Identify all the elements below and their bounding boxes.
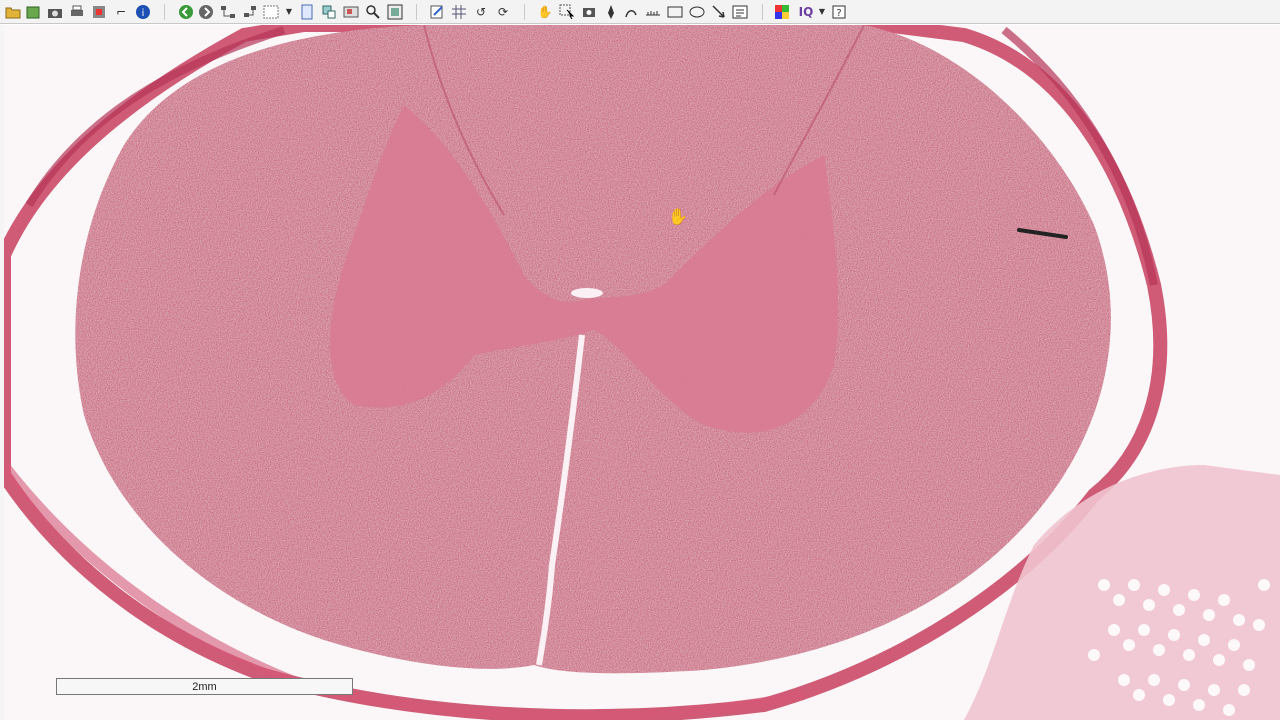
freehand-icon[interactable] xyxy=(622,3,640,21)
info-icon[interactable]: i xyxy=(134,3,152,21)
arrow-icon[interactable] xyxy=(710,3,728,21)
page-icon[interactable] xyxy=(298,3,316,21)
magnifier-icon[interactable] xyxy=(364,3,382,21)
tree-icon[interactable] xyxy=(219,3,237,21)
ruler-icon[interactable] xyxy=(644,3,662,21)
help-icon[interactable]: ? xyxy=(830,3,848,21)
sync-icon[interactable]: ⟳ xyxy=(494,3,512,21)
iq-icon[interactable]: IQ xyxy=(795,3,817,21)
color-adjust-icon[interactable] xyxy=(773,3,791,21)
scale-bar-label: 2mm xyxy=(192,681,217,693)
print-icon[interactable] xyxy=(68,3,86,21)
central-canal xyxy=(571,288,603,298)
pen-icon[interactable] xyxy=(602,3,620,21)
svg-text:i: i xyxy=(142,8,145,19)
slide-viewer[interactable]: ✋ 2mm xyxy=(0,25,1280,720)
scale-bar: 2mm xyxy=(56,678,353,695)
network-icon[interactable] xyxy=(241,3,259,21)
ellipse-icon[interactable] xyxy=(688,3,706,21)
dropdown-icon[interactable]: ▼ xyxy=(284,3,294,21)
camera-icon[interactable] xyxy=(46,3,64,21)
white-matter xyxy=(75,25,1111,674)
select-arrow-icon[interactable] xyxy=(558,3,576,21)
iq-dropdown-icon[interactable]: ▼ xyxy=(817,3,827,21)
open-file-icon[interactable] xyxy=(24,3,42,21)
viewer-toolbar: ⌐ i ▼ ↺ ⟳ ✋ IQ ▼ ? xyxy=(0,0,1280,24)
fit-icon[interactable] xyxy=(386,3,404,21)
region-select-icon[interactable] xyxy=(263,3,279,21)
rectangle-icon[interactable] xyxy=(666,3,684,21)
hand-pan-icon[interactable]: ✋ xyxy=(536,3,554,21)
slide-icon[interactable] xyxy=(342,3,360,21)
rotate-icon[interactable]: ↺ xyxy=(472,3,490,21)
export-icon[interactable] xyxy=(90,3,108,21)
back-icon[interactable] xyxy=(177,3,195,21)
open-folder-icon[interactable] xyxy=(4,3,22,21)
hand-cursor-icon: ✋ xyxy=(668,207,688,226)
text-box-icon[interactable] xyxy=(731,3,749,21)
annotation-edit-icon[interactable] xyxy=(428,3,446,21)
overview-icon[interactable] xyxy=(320,3,338,21)
forward-icon[interactable] xyxy=(197,3,215,21)
grid-icon[interactable] xyxy=(450,3,468,21)
crop-icon[interactable]: ⌐ xyxy=(112,3,130,21)
svg-text:?: ? xyxy=(836,8,841,19)
tissue-section: ✋ xyxy=(4,25,1280,720)
capture-icon[interactable] xyxy=(580,3,598,21)
